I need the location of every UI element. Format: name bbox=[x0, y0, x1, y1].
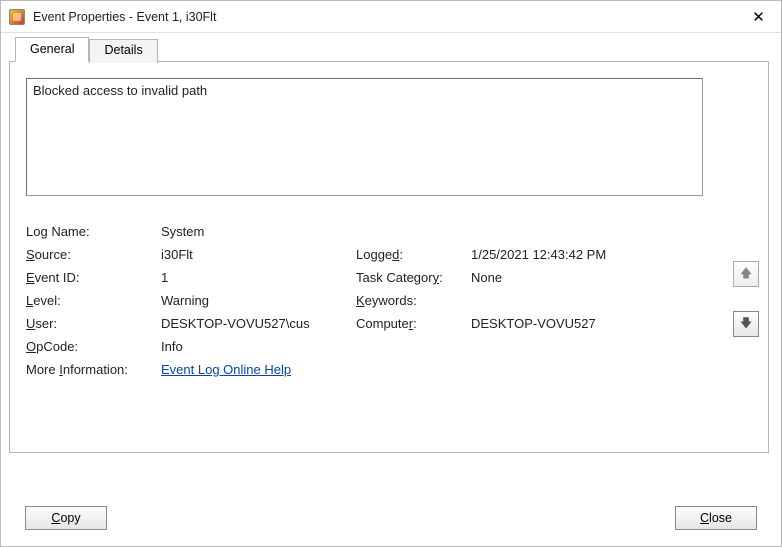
source-value: i30Flt bbox=[161, 247, 356, 262]
opcode-value: Info bbox=[161, 339, 356, 354]
tab-general[interactable]: General bbox=[15, 37, 89, 62]
more-info-label: More Information: bbox=[26, 362, 161, 377]
event-id-label: Event ID: bbox=[26, 270, 161, 285]
logged-value: 1/25/2021 12:43:42 PM bbox=[471, 247, 671, 262]
tab-strip: General Details bbox=[15, 37, 769, 61]
window-close-button[interactable]: ✕ bbox=[736, 2, 781, 32]
more-info-link[interactable]: Event Log Online Help bbox=[161, 362, 356, 377]
window: Event Properties - Event 1, i30Flt ✕ Gen… bbox=[0, 0, 782, 547]
app-icon bbox=[9, 9, 25, 25]
arrow-up-icon: 🡅 bbox=[740, 264, 752, 285]
user-label: User: bbox=[26, 316, 161, 331]
content-area: General Details Blocked access to invali… bbox=[1, 33, 781, 490]
task-category-label: Task Category: bbox=[356, 270, 471, 285]
arrow-down-icon: 🡇 bbox=[740, 314, 752, 335]
tab-details[interactable]: Details bbox=[89, 39, 157, 63]
computer-value: DESKTOP-VOVU527 bbox=[471, 316, 671, 331]
window-title: Event Properties - Event 1, i30Flt bbox=[33, 10, 736, 24]
event-description[interactable]: Blocked access to invalid path bbox=[26, 78, 703, 196]
level-value: Warning bbox=[161, 293, 356, 308]
prev-event-button[interactable]: 🡅 bbox=[733, 261, 759, 287]
source-label: Source: bbox=[26, 247, 161, 262]
fields-grid: Log Name: System Source: i30Flt Logged: … bbox=[26, 224, 752, 377]
footer: Copy Close bbox=[1, 490, 781, 546]
event-id-value: 1 bbox=[161, 270, 356, 285]
keywords-label: Keywords: bbox=[356, 293, 471, 308]
tab-body: Blocked access to invalid path Log Name:… bbox=[9, 61, 769, 453]
log-name-value: System bbox=[161, 224, 356, 239]
logged-label: Logged: bbox=[356, 247, 471, 262]
titlebar: Event Properties - Event 1, i30Flt ✕ bbox=[1, 1, 781, 33]
next-event-button[interactable]: 🡇 bbox=[733, 311, 759, 337]
log-name-label: Log Name: bbox=[26, 224, 161, 239]
nav-buttons: 🡅 🡇 bbox=[733, 261, 759, 337]
copy-button[interactable]: Copy bbox=[25, 506, 107, 530]
user-value: DESKTOP-VOVU527\cus bbox=[161, 316, 356, 331]
opcode-label: OpCode: bbox=[26, 339, 161, 354]
task-category-value: None bbox=[471, 270, 671, 285]
computer-label: Computer: bbox=[356, 316, 471, 331]
level-label: Level: bbox=[26, 293, 161, 308]
close-button[interactable]: Close bbox=[675, 506, 757, 530]
